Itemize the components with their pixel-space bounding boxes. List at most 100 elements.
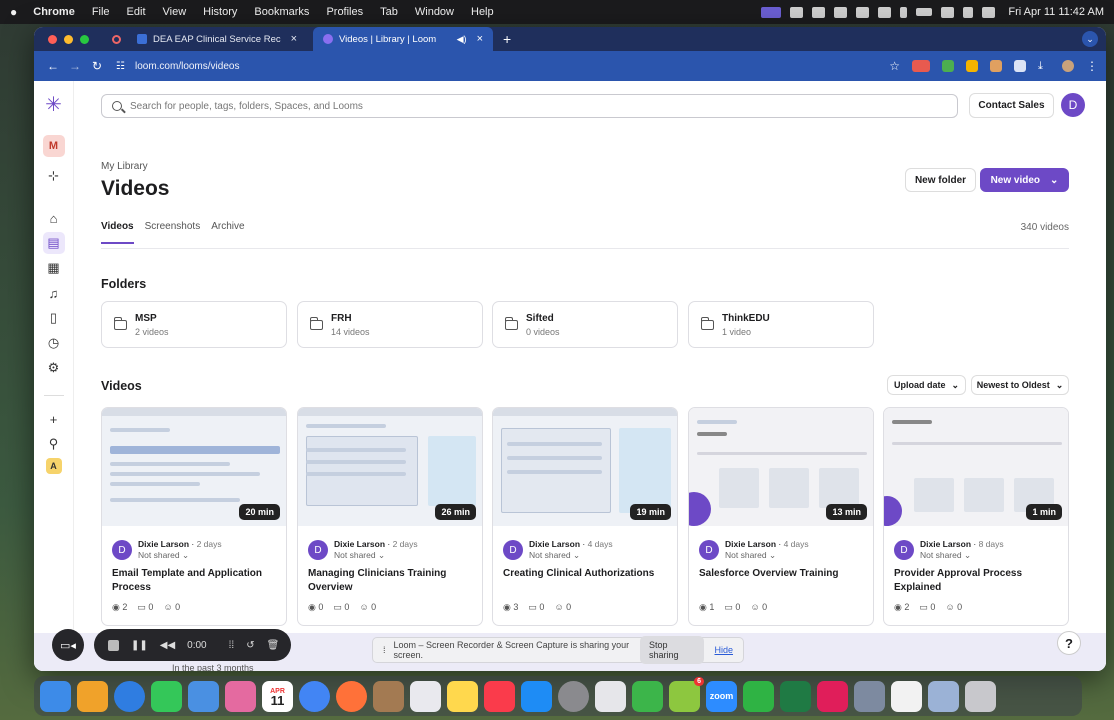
video-title[interactable]: Salesforce Overview Training — [699, 567, 864, 581]
extension-icon[interactable] — [942, 60, 954, 72]
address-bar[interactable]: loom.com/looms/videos — [135, 61, 239, 72]
author-avatar[interactable]: D — [894, 540, 914, 560]
messages-icon[interactable] — [151, 680, 182, 712]
new-tab-button[interactable]: + — [503, 31, 511, 47]
menu-bookmarks[interactable]: Bookmarks — [254, 6, 309, 18]
share-status[interactable]: Not shared ⌄ — [334, 550, 385, 561]
stop-sharing-button[interactable]: Stop sharing — [639, 636, 705, 664]
share-status[interactable]: Not shared ⌄ — [725, 550, 776, 561]
menu-profiles[interactable]: Profiles — [326, 6, 363, 18]
video-title[interactable]: Creating Clinical Authorizations — [503, 567, 668, 581]
video-thumbnail[interactable]: 20 min — [102, 408, 286, 526]
video-thumbnail[interactable]: 1 min — [884, 408, 1068, 526]
site-settings-icon[interactable]: ☷ — [116, 61, 125, 72]
video-thumbnail[interactable]: 13 min — [689, 408, 873, 526]
system-settings-icon[interactable] — [558, 680, 589, 712]
help-button[interactable]: ? — [1057, 631, 1081, 655]
add-space-icon[interactable]: + — [43, 408, 65, 430]
share-status[interactable]: Not shared ⌄ — [529, 550, 580, 561]
breadcrumb[interactable]: My Library — [101, 161, 148, 172]
trash-bin-icon[interactable] — [965, 680, 996, 712]
app-store-icon[interactable] — [521, 680, 552, 712]
video-card[interactable]: 1 min D Dixie Larson · 8 days Not shared… — [883, 407, 1069, 626]
browser-tab-loom[interactable]: Videos | Library | Loom ◀) × — [313, 27, 493, 51]
zoom-window-button[interactable] — [80, 34, 89, 44]
drag-handle-icon[interactable]: ⁞ — [383, 645, 386, 655]
video-card[interactable]: 19 min D Dixie Larson · 4 days Not share… — [492, 407, 678, 626]
video-card[interactable]: 13 min D Dixie Larson · 4 days Not share… — [688, 407, 874, 626]
menu-view[interactable]: View — [163, 6, 187, 18]
sort-field-dropdown[interactable]: Upload date ⌄ — [887, 375, 966, 395]
video-thumbnail[interactable]: 19 min — [493, 408, 677, 526]
library-icon[interactable]: ▤ — [42, 232, 65, 254]
download-icon[interactable]: ⤓ — [1038, 60, 1050, 72]
back-arrow-icon[interactable]: ← — [42, 59, 64, 73]
video-title[interactable]: Managing Clinicians Training Overview — [308, 567, 473, 595]
folder-card[interactable]: MSP 2 videos — [101, 301, 287, 348]
notes-icon[interactable] — [447, 680, 478, 712]
workspace-avatar[interactable]: M — [42, 135, 65, 157]
audio-playing-icon[interactable]: ◀) — [457, 34, 467, 45]
author-name[interactable]: Dixie Larson — [138, 539, 189, 549]
share-status[interactable]: Not shared ⌄ — [920, 550, 971, 561]
rewind-icon[interactable]: ◀◀ — [160, 640, 175, 651]
folder-card[interactable]: FRH 14 videos — [297, 301, 483, 348]
mail-icon[interactable] — [188, 680, 219, 712]
contacts-icon[interactable] — [373, 680, 404, 712]
folder-card[interactable]: ThinkEDU 1 video — [688, 301, 874, 348]
status-icon[interactable] — [834, 6, 848, 18]
extension-icon[interactable] — [966, 60, 978, 72]
reload-icon[interactable]: ↻ — [86, 59, 108, 73]
evernote-icon[interactable] — [743, 680, 774, 712]
control-center-icon[interactable] — [982, 6, 996, 18]
bookmark-icon[interactable]: ▯ — [43, 307, 65, 329]
history-clock-icon[interactable]: ◷ — [43, 332, 65, 354]
loom-dock-icon[interactable] — [632, 680, 663, 712]
menu-tab[interactable]: Tab — [380, 6, 398, 18]
launchpad-icon[interactable] — [77, 680, 108, 712]
menubar-clock[interactable]: Fri Apr 11 11:42 AM — [1008, 6, 1104, 18]
search-spaces-icon[interactable]: ⚲ — [43, 433, 65, 455]
excel-icon[interactable] — [780, 680, 811, 712]
minimize-window-button[interactable] — [64, 34, 73, 44]
tab-videos[interactable]: Videos — [101, 221, 134, 244]
video-card[interactable]: 20 min D Dixie Larson · 2 days Not share… — [101, 407, 287, 626]
apple-icon[interactable]: ● — [10, 5, 17, 19]
calendar-icon[interactable]: ▦ — [43, 257, 65, 279]
news-icon[interactable] — [484, 680, 515, 712]
author-avatar[interactable]: D — [699, 540, 719, 560]
forward-arrow-icon[interactable]: → — [64, 59, 86, 73]
close-tab-icon[interactable]: × — [291, 33, 297, 45]
drag-handle-icon[interactable]: ⁞⁞ — [229, 640, 235, 651]
author-name[interactable]: Dixie Larson — [529, 539, 580, 549]
contact-sales-button[interactable]: Contact Sales — [969, 93, 1054, 118]
menu-file[interactable]: File — [92, 6, 110, 18]
status-icon[interactable] — [856, 6, 870, 18]
screen-record-status-icon[interactable] — [761, 6, 782, 18]
sort-order-dropdown[interactable]: Newest to Oldest ⌄ — [971, 375, 1069, 395]
camera-toggle-button[interactable]: ▭◂ — [52, 629, 84, 661]
stop-recording-icon[interactable] — [108, 639, 119, 651]
trash-icon[interactable]: 🗑 — [267, 640, 280, 651]
status-icon[interactable] — [812, 6, 826, 18]
add-user-icon[interactable]: ⊹ — [43, 165, 65, 187]
restart-icon[interactable]: ↺ — [246, 640, 254, 651]
loom-logo-icon[interactable]: ✳ — [43, 93, 65, 116]
author-name[interactable]: Dixie Larson — [334, 539, 385, 549]
chrome-icon[interactable] — [299, 680, 330, 712]
extension-icon[interactable] — [990, 60, 1002, 72]
settings-gear-icon[interactable]: ⚙ — [43, 357, 65, 379]
bluetooth-icon[interactable] — [900, 6, 908, 18]
notifications-bell-icon[interactable]: ♫ — [43, 282, 65, 304]
finder-icon[interactable] — [40, 680, 71, 712]
menu-edit[interactable]: Edit — [127, 6, 146, 18]
menu-history[interactable]: History — [203, 6, 237, 18]
author-avatar[interactable]: D — [112, 540, 132, 560]
home-icon[interactable]: ⌂ — [43, 207, 65, 229]
video-title[interactable]: Email Template and Application Process — [112, 567, 277, 595]
pause-icon[interactable]: ❚❚ — [131, 640, 148, 651]
video-thumbnail[interactable]: 26 min — [298, 408, 482, 526]
extension-icon[interactable] — [912, 60, 930, 72]
firefox-icon[interactable] — [336, 680, 367, 712]
status-icon[interactable] — [790, 6, 804, 18]
